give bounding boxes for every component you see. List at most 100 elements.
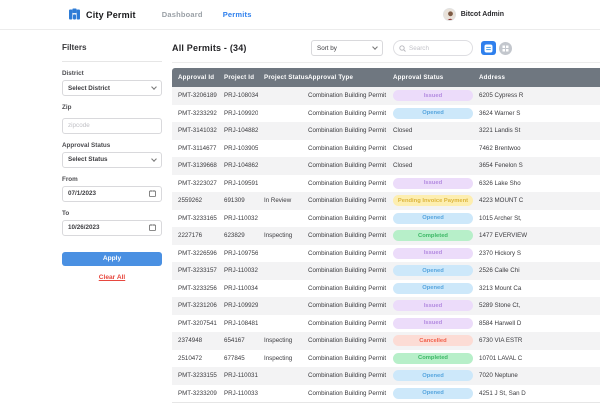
from-date-value: 07/1/2023 [68, 190, 96, 197]
cell-approval-status: Issued [387, 245, 473, 263]
cell-project-id: PRJ-1099209 [218, 105, 258, 123]
cell-project-id: PRJ-1100322 [218, 210, 258, 228]
approval-status-select[interactable]: Select Status [62, 152, 162, 168]
approval-status-label: Approval Status [62, 142, 162, 149]
cell-project-status [258, 175, 302, 193]
cell-project-id: 677845 [218, 350, 258, 368]
table-row[interactable]: PMT-3141032 PRJ-1048828 Combination Buil… [172, 122, 600, 140]
table-row[interactable]: PMT-3223027 PRJ-1095910 Combination Buil… [172, 175, 600, 193]
nav-dashboard[interactable]: Dashboard [162, 10, 203, 19]
cell-approval-status: Completed [387, 350, 473, 368]
table-row[interactable]: PMT-3233292 PRJ-1099209 Combination Buil… [172, 105, 600, 123]
status-badge: Issued [393, 90, 473, 101]
cell-approval-type: Combination Building Permit [302, 262, 387, 280]
table-row[interactable]: PMT-3114677 PRJ-1039050 Combination Buil… [172, 140, 600, 158]
search-input[interactable] [409, 45, 467, 52]
nav-permits[interactable]: Permits [223, 10, 252, 19]
grid-view-button[interactable] [499, 42, 512, 55]
table-row[interactable]: PMT-3207541 PRJ-1084814 Combination Buil… [172, 315, 600, 333]
list-view-button[interactable] [481, 41, 496, 55]
status-badge: Issued [393, 300, 473, 311]
user-menu[interactable]: Bitcot Admin [443, 8, 504, 21]
cell-project-id: PRJ-1039050 [218, 140, 258, 158]
cell-project-id: 654167 [218, 332, 258, 350]
permits-toolbar: All Permits - (34) Sort by [172, 40, 600, 63]
permits-table-wrapper: Approval Id Project Id Project Status Ap… [172, 68, 600, 403]
cell-project-status [258, 157, 302, 175]
cell-project-status [258, 262, 302, 280]
table-row[interactable]: PMT-3206189 PRJ-1080347 Combination Buil… [172, 87, 600, 105]
cell-approval-status: Issued [387, 315, 473, 333]
table-row[interactable]: PMT-3139668 PRJ-1048628 Combination Buil… [172, 157, 600, 175]
status-badge: Closed [393, 162, 412, 169]
status-badge: Opened [393, 283, 473, 294]
table-row[interactable]: 2559262 691309 In Review Combination Bui… [172, 192, 600, 210]
cell-approval-type: Combination Building Permit [302, 105, 387, 123]
cell-address: 4251 J St, San D [473, 385, 600, 403]
table-row[interactable]: 2510472 677845 Inspecting Combination Bu… [172, 350, 600, 368]
table-header-row: Approval Id Project Id Project Status Ap… [172, 68, 600, 87]
col-approval-id: Approval Id [172, 68, 218, 87]
apply-button[interactable]: Apply [62, 252, 162, 266]
cell-project-status [258, 105, 302, 123]
to-date-value: 10/26/2023 [68, 224, 100, 231]
status-badge: Completed [393, 230, 473, 241]
table-row[interactable]: PMT-3226596 PRJ-1097565 Combination Buil… [172, 245, 600, 263]
col-approval-type: Approval Type [302, 68, 387, 87]
chevron-down-icon [151, 84, 157, 90]
table-row[interactable]: PMT-3233256 PRJ-1100342 Combination Buil… [172, 280, 600, 298]
cell-address: 3654 Fenelon S [473, 157, 600, 175]
cell-address: 3624 Warner S [473, 105, 600, 123]
table-row[interactable]: PMT-3231206 PRJ-1099296 Combination Buil… [172, 297, 600, 315]
top-navigation-bar: City Permit Dashboard Permits Bitcot Adm… [0, 0, 600, 30]
cell-approval-id: PMT-3114677 [172, 140, 218, 158]
clear-all-link[interactable]: Clear All [62, 274, 162, 281]
search-box [393, 40, 473, 56]
cell-project-status: Inspecting [258, 332, 302, 350]
cell-approval-status: Closed [387, 140, 473, 158]
filters-sidebar: Filters District Select District Zip App… [62, 30, 162, 403]
cell-approval-status: Closed [387, 122, 473, 140]
cell-approval-type: Combination Building Permit [302, 175, 387, 193]
cell-approval-type: Combination Building Permit [302, 280, 387, 298]
zip-input[interactable] [62, 118, 162, 134]
cell-project-id: PRJ-1097565 [218, 245, 258, 263]
cell-project-id: 691309 [218, 192, 258, 210]
search-icon [399, 45, 406, 52]
brand-logo[interactable]: City Permit [68, 8, 136, 21]
cell-project-status [258, 367, 302, 385]
cell-approval-id: PMT-3233256 [172, 280, 218, 298]
sort-by-select[interactable]: Sort by [311, 40, 383, 56]
table-row[interactable]: PMT-3233165 PRJ-1100322 Combination Buil… [172, 210, 600, 228]
district-select[interactable]: Select District [62, 80, 162, 96]
table-row[interactable]: PMT-3233155 PRJ-1100319 Combination Buil… [172, 367, 600, 385]
table-row[interactable]: 2374948 654167 Inspecting Combination Bu… [172, 332, 600, 350]
col-project-id: Project Id [218, 68, 258, 87]
cell-approval-id: PMT-3233165 [172, 210, 218, 228]
cell-approval-type: Combination Building Permit [302, 350, 387, 368]
sidebar-divider [62, 61, 162, 62]
cell-project-id: PRJ-1100335 [218, 385, 258, 403]
cell-address: 6326 Lake Sho [473, 175, 600, 193]
cell-project-id: PRJ-1048628 [218, 157, 258, 175]
cell-approval-type: Combination Building Permit [302, 315, 387, 333]
cell-approval-type: Combination Building Permit [302, 210, 387, 228]
table-row[interactable]: 2227176 623829 Inspecting Combination Bu… [172, 227, 600, 245]
cell-address: 2370 Hickory S [473, 245, 600, 263]
cell-project-status [258, 140, 302, 158]
cell-project-id: PRJ-1080347 [218, 87, 258, 105]
table-row[interactable]: PMT-3233157 PRJ-1100321 Combination Buil… [172, 262, 600, 280]
cell-approval-id: 2559262 [172, 192, 218, 210]
cell-address: 5289 Stone Ct, [473, 297, 600, 315]
table-row[interactable]: PMT-3233209 PRJ-1100335 Combination Buil… [172, 385, 600, 403]
chevron-down-icon [151, 156, 157, 162]
table-body: PMT-3206189 PRJ-1080347 Combination Buil… [172, 87, 600, 402]
from-date-input[interactable]: 07/1/2023 [62, 186, 162, 202]
cell-approval-id: PMT-3139668 [172, 157, 218, 175]
cell-approval-type: Combination Building Permit [302, 385, 387, 403]
filters-title: Filters [62, 43, 162, 52]
to-date-input[interactable]: 10/26/2023 [62, 220, 162, 236]
col-address: Address [473, 68, 600, 87]
status-badge: Opened [393, 265, 473, 276]
status-badge: Cancelled [393, 335, 473, 346]
